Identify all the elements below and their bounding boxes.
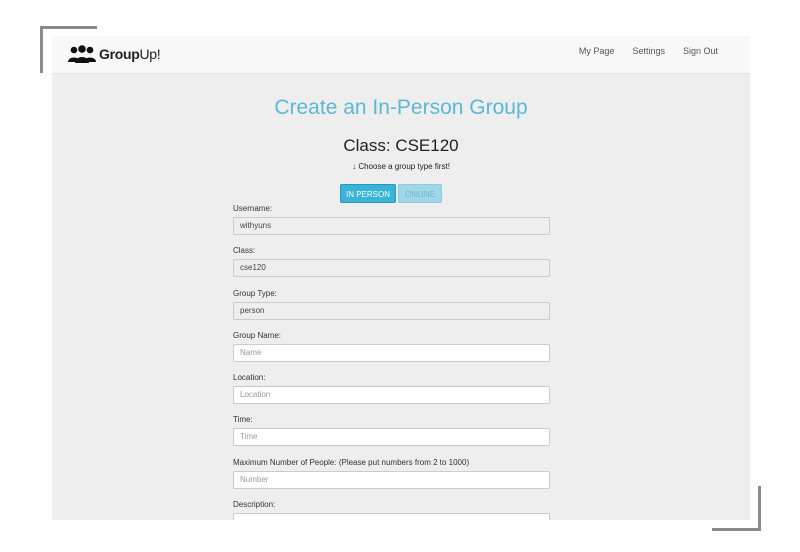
in-person-button[interactable]: IN PERSON: [340, 184, 396, 203]
description-textarea[interactable]: [233, 513, 550, 520]
nav-my-page-link[interactable]: My Page: [579, 46, 615, 56]
group-type-hint: ↓ Choose a group type first!: [52, 162, 750, 171]
group-type-input[interactable]: person: [233, 302, 550, 320]
time-label: Time:: [233, 415, 253, 424]
username-label: Username:: [233, 204, 273, 213]
description-label: Description:: [233, 500, 276, 509]
online-button[interactable]: ONLINE: [398, 184, 442, 203]
brand-name: GroupUp!: [99, 46, 161, 62]
time-field-group: Time: Time: [233, 415, 550, 446]
class-label: Class:: [233, 246, 256, 255]
location-field-group: Location: Location: [233, 373, 550, 404]
nav-sign-out-link[interactable]: Sign Out: [683, 46, 718, 56]
people-group-icon: [68, 45, 96, 63]
max-people-input[interactable]: Number: [233, 471, 550, 489]
description-field-group: Description:: [233, 500, 550, 520]
group-type-label: Group Type:: [233, 289, 277, 298]
app-window: GroupUp! My Page Settings Sign Out Creat…: [52, 36, 750, 520]
brand-logo[interactable]: GroupUp!: [67, 45, 161, 63]
class-heading: Class: CSE120: [343, 136, 459, 155]
page-title: Create an In-Person Group: [274, 96, 528, 119]
arrow-down-icon: ↓: [352, 162, 357, 171]
time-input[interactable]: Time: [233, 428, 550, 446]
location-label: Location:: [233, 373, 266, 382]
class-field-group: Class: cse120: [233, 246, 550, 277]
max-people-field-group: Maximum Number of People: (Please put nu…: [233, 458, 550, 489]
nav-links: My Page Settings Sign Out: [561, 46, 718, 56]
group-type-field-group: Group Type: person: [233, 289, 550, 320]
class-input[interactable]: cse120: [233, 259, 550, 277]
username-field-group: Username: withyuns: [233, 204, 550, 235]
group-type-toggle: IN PERSON ONLINE: [340, 184, 442, 203]
location-input[interactable]: Location: [233, 386, 550, 404]
max-people-label: Maximum Number of People: (Please put nu…: [233, 458, 470, 467]
group-name-field-group: Group Name: Name: [233, 331, 550, 362]
navbar: GroupUp! My Page Settings Sign Out: [52, 36, 750, 74]
group-name-input[interactable]: Name: [233, 344, 550, 362]
username-input[interactable]: withyuns: [233, 217, 550, 235]
group-name-label: Group Name:: [233, 331, 282, 340]
nav-settings-link[interactable]: Settings: [632, 46, 665, 56]
hint-text: Choose a group type first!: [358, 162, 450, 171]
